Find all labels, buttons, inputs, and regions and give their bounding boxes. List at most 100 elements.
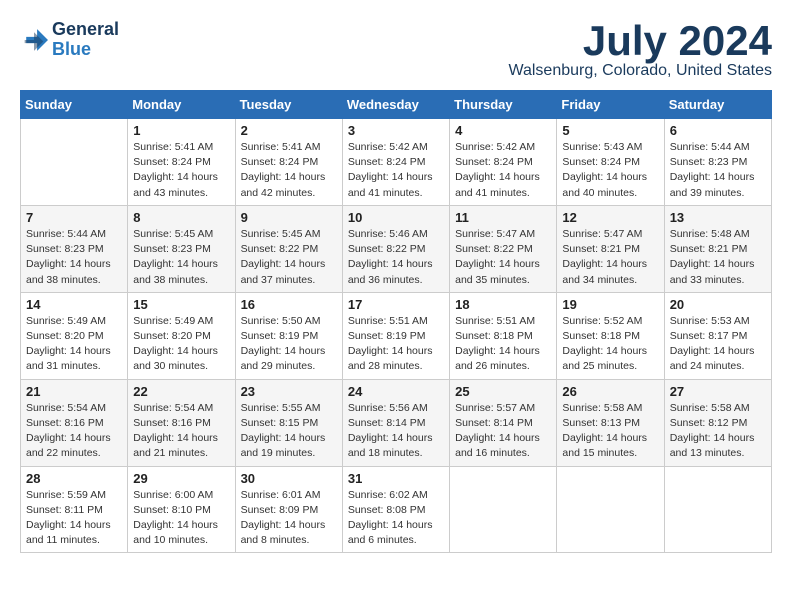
day-info: Sunrise: 5:41 AMSunset: 8:24 PMDaylight:… (133, 140, 229, 201)
day-info: Sunrise: 5:45 AMSunset: 8:23 PMDaylight:… (133, 227, 229, 288)
day-number: 20 (670, 297, 766, 312)
day-number: 15 (133, 297, 229, 312)
calendar-cell: 11 Sunrise: 5:47 AMSunset: 8:22 PMDayligh… (450, 205, 557, 292)
day-number: 24 (348, 384, 444, 399)
calendar-cell: 5 Sunrise: 5:43 AMSunset: 8:24 PMDaylight… (557, 119, 664, 206)
calendar-week-3: 14Sunrise: 5:49 AMSunset: 8:20 PMDayligh… (21, 292, 772, 379)
weekday-header-friday: Friday (557, 91, 664, 119)
calendar-table: SundayMondayTuesdayWednesdayThursdayFrid… (20, 90, 772, 553)
day-info: Sunrise: 5:59 AMSunset: 8:11 PMDaylight:… (26, 488, 122, 549)
calendar-cell: 6 Sunrise: 5:44 AMSunset: 8:23 PMDaylight… (664, 119, 771, 206)
calendar-cell: 1 Sunrise: 5:41 AMSunset: 8:24 PMDaylight… (128, 119, 235, 206)
day-info: Sunrise: 5:58 AMSunset: 8:12 PMDaylight:… (670, 401, 766, 462)
day-number: 2 (241, 123, 337, 138)
calendar-cell: 28 Sunrise: 5:59 AMSunset: 8:11 PMDayligh… (21, 466, 128, 553)
day-info: Sunrise: 5:55 AMSunset: 8:15 PMDaylight:… (241, 401, 337, 462)
day-info: Sunrise: 5:49 AMSunset: 8:20 PMDaylight:… (133, 314, 229, 375)
weekday-header-saturday: Saturday (664, 91, 771, 119)
day-info: Sunrise: 5:47 AMSunset: 8:21 PMDaylight:… (562, 227, 658, 288)
header: General Blue July 2024 Walsenburg, Color… (20, 20, 772, 80)
day-number: 31 (348, 471, 444, 486)
day-number: 1 (133, 123, 229, 138)
calendar-week-2: 7Sunrise: 5:44 AMSunset: 8:23 PMDaylight… (21, 205, 772, 292)
calendar-cell: 31 Sunrise: 6:02 AMSunset: 8:08 PMDayligh… (342, 466, 449, 553)
calendar-cell: 20 Sunrise: 5:53 AMSunset: 8:17 PMDayligh… (664, 292, 771, 379)
day-info: Sunrise: 5:41 AMSunset: 8:24 PMDaylight:… (241, 140, 337, 201)
calendar-cell: 16 Sunrise: 5:50 AMSunset: 8:19 PMDayligh… (235, 292, 342, 379)
day-info: Sunrise: 5:42 AMSunset: 8:24 PMDaylight:… (348, 140, 444, 201)
calendar-cell: 21 Sunrise: 5:54 AMSunset: 8:16 PMDayligh… (21, 379, 128, 466)
day-info: Sunrise: 5:54 AMSunset: 8:16 PMDaylight:… (26, 401, 122, 462)
day-number: 26 (562, 384, 658, 399)
day-number: 5 (562, 123, 658, 138)
day-number: 22 (133, 384, 229, 399)
day-number: 29 (133, 471, 229, 486)
calendar-cell: 22 Sunrise: 5:54 AMSunset: 8:16 PMDayligh… (128, 379, 235, 466)
day-info: Sunrise: 5:51 AMSunset: 8:19 PMDaylight:… (348, 314, 444, 375)
day-info: Sunrise: 5:45 AMSunset: 8:22 PMDaylight:… (241, 227, 337, 288)
day-number: 30 (241, 471, 337, 486)
calendar-cell: 23Sunrise: 5:55 AMSunset: 8:15 PMDayligh… (235, 379, 342, 466)
day-info: Sunrise: 5:57 AMSunset: 8:14 PMDaylight:… (455, 401, 551, 462)
calendar-cell: 27Sunrise: 5:58 AMSunset: 8:12 PMDayligh… (664, 379, 771, 466)
calendar-cell: 9 Sunrise: 5:45 AMSunset: 8:22 PMDaylight… (235, 205, 342, 292)
day-info: Sunrise: 6:02 AMSunset: 8:08 PMDaylight:… (348, 488, 444, 549)
title-area: July 2024 Walsenburg, Colorado, United S… (508, 20, 772, 80)
weekday-header-tuesday: Tuesday (235, 91, 342, 119)
day-info: Sunrise: 5:42 AMSunset: 8:24 PMDaylight:… (455, 140, 551, 201)
calendar-cell: 10 Sunrise: 5:46 AMSunset: 8:22 PMDayligh… (342, 205, 449, 292)
calendar-cell: 30 Sunrise: 6:01 AMSunset: 8:09 PMDayligh… (235, 466, 342, 553)
day-info: Sunrise: 5:47 AMSunset: 8:22 PMDaylight:… (455, 227, 551, 288)
day-info: Sunrise: 5:49 AMSunset: 8:20 PMDaylight:… (26, 314, 122, 375)
weekday-header-wednesday: Wednesday (342, 91, 449, 119)
logo: General Blue (20, 20, 119, 60)
day-number: 10 (348, 210, 444, 225)
calendar-cell: 2 Sunrise: 5:41 AMSunset: 8:24 PMDaylight… (235, 119, 342, 206)
logo-icon (20, 26, 48, 54)
calendar-cell (21, 119, 128, 206)
day-info: Sunrise: 5:52 AMSunset: 8:18 PMDaylight:… (562, 314, 658, 375)
calendar-cell: 4 Sunrise: 5:42 AMSunset: 8:24 PMDaylight… (450, 119, 557, 206)
day-info: Sunrise: 5:44 AMSunset: 8:23 PMDaylight:… (670, 140, 766, 201)
day-number: 4 (455, 123, 551, 138)
day-number: 25 (455, 384, 551, 399)
month-title: July 2024 (508, 20, 772, 62)
calendar-week-1: 1 Sunrise: 5:41 AMSunset: 8:24 PMDaylight… (21, 119, 772, 206)
day-number: 28 (26, 471, 122, 486)
calendar-cell (664, 466, 771, 553)
calendar-cell: 7Sunrise: 5:44 AMSunset: 8:23 PMDaylight… (21, 205, 128, 292)
calendar-cell: 24 Sunrise: 5:56 AMSunset: 8:14 PMDayligh… (342, 379, 449, 466)
calendar-week-4: 21 Sunrise: 5:54 AMSunset: 8:16 PMDayligh… (21, 379, 772, 466)
day-number: 6 (670, 123, 766, 138)
calendar-cell: 17Sunrise: 5:51 AMSunset: 8:19 PMDayligh… (342, 292, 449, 379)
day-info: Sunrise: 5:53 AMSunset: 8:17 PMDaylight:… (670, 314, 766, 375)
calendar-cell: 19 Sunrise: 5:52 AMSunset: 8:18 PMDayligh… (557, 292, 664, 379)
day-info: Sunrise: 5:58 AMSunset: 8:13 PMDaylight:… (562, 401, 658, 462)
day-number: 7 (26, 210, 122, 225)
day-number: 19 (562, 297, 658, 312)
day-info: Sunrise: 5:43 AMSunset: 8:24 PMDaylight:… (562, 140, 658, 201)
day-info: Sunrise: 5:56 AMSunset: 8:14 PMDaylight:… (348, 401, 444, 462)
day-number: 9 (241, 210, 337, 225)
calendar-cell: 12Sunrise: 5:47 AMSunset: 8:21 PMDayligh… (557, 205, 664, 292)
calendar-cell: 29 Sunrise: 6:00 AMSunset: 8:10 PMDayligh… (128, 466, 235, 553)
day-number: 16 (241, 297, 337, 312)
day-number: 18 (455, 297, 551, 312)
day-info: Sunrise: 6:00 AMSunset: 8:10 PMDaylight:… (133, 488, 229, 549)
calendar-cell (557, 466, 664, 553)
calendar-week-5: 28 Sunrise: 5:59 AMSunset: 8:11 PMDayligh… (21, 466, 772, 553)
day-info: Sunrise: 5:50 AMSunset: 8:19 PMDaylight:… (241, 314, 337, 375)
calendar-cell: 25 Sunrise: 5:57 AMSunset: 8:14 PMDayligh… (450, 379, 557, 466)
day-number: 11 (455, 210, 551, 225)
day-info: Sunrise: 5:54 AMSunset: 8:16 PMDaylight:… (133, 401, 229, 462)
weekday-header-thursday: Thursday (450, 91, 557, 119)
calendar-cell: 15 Sunrise: 5:49 AMSunset: 8:20 PMDayligh… (128, 292, 235, 379)
day-info: Sunrise: 6:01 AMSunset: 8:09 PMDaylight:… (241, 488, 337, 549)
weekday-header-row: SundayMondayTuesdayWednesdayThursdayFrid… (21, 91, 772, 119)
weekday-header-monday: Monday (128, 91, 235, 119)
calendar-body: 1 Sunrise: 5:41 AMSunset: 8:24 PMDaylight… (21, 119, 772, 553)
day-info: Sunrise: 5:48 AMSunset: 8:21 PMDaylight:… (670, 227, 766, 288)
day-number: 21 (26, 384, 122, 399)
day-info: Sunrise: 5:46 AMSunset: 8:22 PMDaylight:… (348, 227, 444, 288)
logo-text: General Blue (52, 20, 119, 60)
